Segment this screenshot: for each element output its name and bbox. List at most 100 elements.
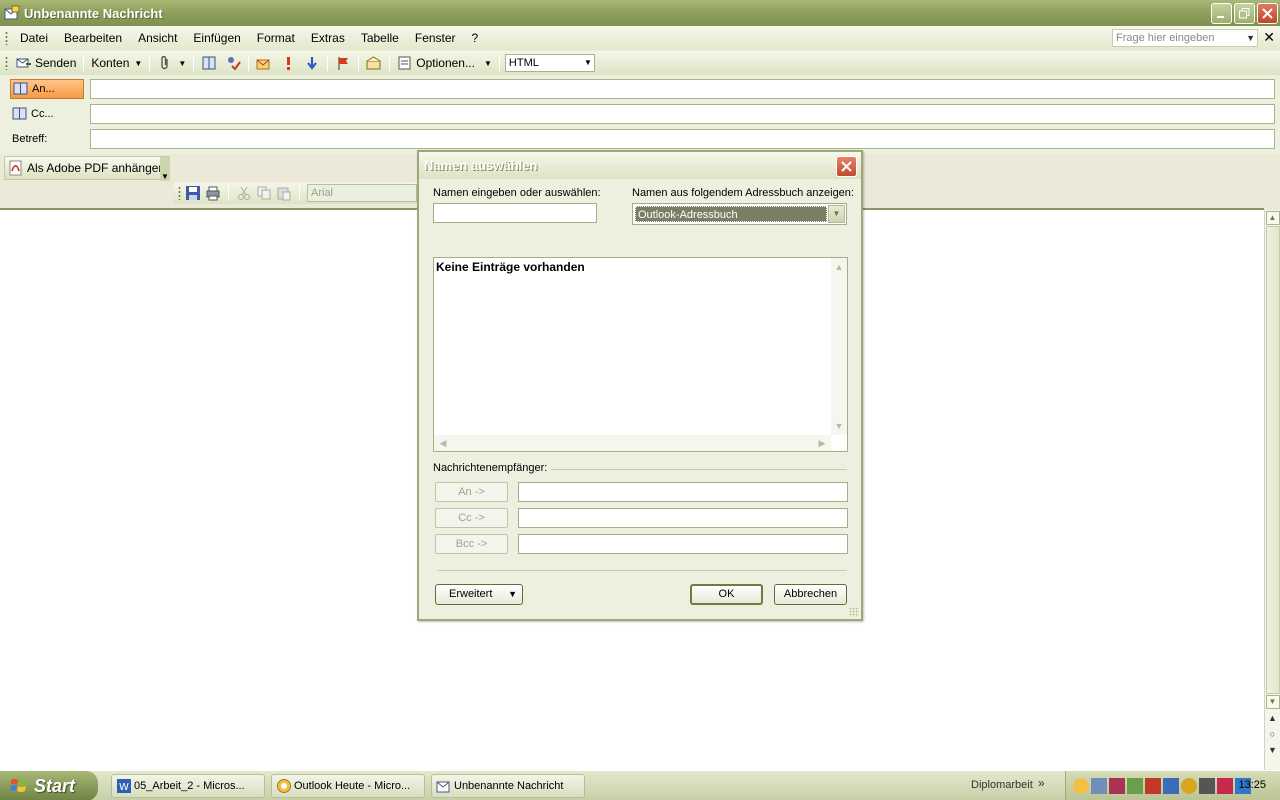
message-format-value: HTML bbox=[508, 57, 539, 69]
list-horizontal-scrollbar[interactable]: ◀ ▶ bbox=[434, 435, 831, 451]
scroll-thumb[interactable] bbox=[1265, 226, 1280, 694]
to-row: An... bbox=[0, 75, 1280, 100]
maximize-button[interactable] bbox=[1234, 3, 1255, 24]
network-disconnected-icon[interactable] bbox=[1109, 778, 1125, 794]
list-vertical-scrollbar[interactable]: ▲ ▼ bbox=[831, 258, 847, 435]
addressbook-value: Outlook-Adressbuch bbox=[635, 206, 827, 222]
toolbar-label[interactable]: Diplomarbeit bbox=[971, 779, 1033, 791]
taskbar-item-message[interactable]: Unbenannte Nachricht bbox=[431, 774, 585, 798]
toolbar-separator bbox=[299, 185, 300, 201]
body-scrollbar[interactable]: ▲ ▼ ▲ ○ ▼ bbox=[1264, 210, 1280, 770]
insert-file-button[interactable] bbox=[252, 53, 276, 73]
network-icon[interactable] bbox=[1091, 778, 1107, 794]
attach-as-pdf-button[interactable]: Als Adobe PDF anhängen bbox=[27, 161, 165, 175]
outlook-tray-icon[interactable] bbox=[1073, 778, 1089, 794]
to-button[interactable]: An... bbox=[10, 79, 84, 99]
menu-grip[interactable] bbox=[5, 31, 8, 45]
resize-grip-icon[interactable] bbox=[849, 607, 859, 617]
chevron-right-icon[interactable]: » bbox=[1038, 776, 1045, 790]
to-field[interactable] bbox=[90, 79, 1275, 99]
menu-ansicht[interactable]: Ansicht bbox=[130, 28, 185, 48]
scroll-down-icon[interactable]: ▼ bbox=[832, 419, 846, 433]
select-browse-object-icon[interactable]: ○ bbox=[1265, 726, 1280, 742]
send-button[interactable]: Senden bbox=[12, 53, 80, 73]
menu-fenster[interactable]: Fenster bbox=[407, 28, 464, 48]
tray-app-icon[interactable] bbox=[1127, 778, 1143, 794]
start-button[interactable]: Start bbox=[0, 771, 98, 800]
attach-button[interactable]: ▼ bbox=[153, 53, 190, 73]
to-add-button[interactable]: An -> bbox=[435, 482, 508, 502]
name-search-input[interactable] bbox=[433, 203, 597, 223]
importance-high-button[interactable] bbox=[276, 53, 300, 73]
advanced-button[interactable]: Erweitert ▼ bbox=[435, 584, 523, 605]
to-label: An... bbox=[32, 83, 55, 95]
permission-button[interactable] bbox=[362, 53, 386, 73]
taskbar-item-outlook[interactable]: Outlook Heute - Micro... bbox=[271, 774, 425, 798]
close-button[interactable] bbox=[1257, 3, 1278, 24]
scroll-up-icon[interactable]: ▲ bbox=[832, 260, 846, 274]
options-button[interactable]: Optionen... ▼ bbox=[393, 53, 496, 73]
cc-button[interactable]: Cc... bbox=[10, 104, 84, 124]
toolbar-options-icon[interactable]: ▼ bbox=[160, 157, 170, 181]
save-icon[interactable] bbox=[185, 185, 201, 201]
bcc-add-button[interactable]: Bcc -> bbox=[435, 534, 508, 554]
bcc-recipients-field[interactable] bbox=[518, 534, 848, 554]
chevron-down-icon: ▼ bbox=[483, 58, 492, 68]
subject-label: Betreff: bbox=[12, 133, 48, 145]
menu-help[interactable]: ? bbox=[464, 28, 487, 48]
chevron-down-icon[interactable]: ▼ bbox=[1246, 30, 1255, 46]
importance-low-button[interactable] bbox=[300, 53, 324, 73]
names-list[interactable]: Keine Einträge vorhanden ▲ ▼ ◀ ▶ bbox=[433, 257, 848, 452]
subject-field[interactable] bbox=[90, 129, 1275, 149]
standard-toolbar: Senden Konten ▼ ▼ Optionen... ▼ HTML ▼ bbox=[0, 51, 1280, 75]
close-menu-icon[interactable]: ✕ bbox=[1263, 29, 1275, 45]
menu-einfuegen[interactable]: Einfügen bbox=[185, 28, 248, 48]
taskbar-item-word[interactable]: W 05_Arbeit_2 - Micros... bbox=[111, 774, 265, 798]
address-book-icon bbox=[12, 107, 27, 120]
cc-add-button[interactable]: Cc -> bbox=[435, 508, 508, 528]
network-alert-icon[interactable] bbox=[1163, 778, 1179, 794]
toolbar-separator bbox=[327, 55, 329, 71]
chevron-down-icon: ▼ bbox=[508, 589, 517, 599]
cancel-button[interactable]: Abbrechen bbox=[774, 584, 847, 605]
menu-datei[interactable]: Datei bbox=[12, 28, 56, 48]
accounts-button[interactable]: Konten ▼ bbox=[87, 53, 146, 73]
toolbar-grip[interactable] bbox=[178, 186, 181, 200]
message-format-select[interactable]: HTML ▼ bbox=[504, 54, 595, 72]
help-search-input[interactable]: Frage hier eingeben ▼ bbox=[1112, 29, 1258, 47]
menu-extras[interactable]: Extras bbox=[303, 28, 353, 48]
chevron-down-icon: ▼ bbox=[178, 58, 187, 68]
font-select[interactable]: Arial bbox=[307, 184, 417, 202]
printer-icon[interactable] bbox=[1199, 778, 1215, 794]
clock: 13:25 bbox=[1238, 779, 1266, 791]
toolbar-separator bbox=[228, 185, 229, 201]
chevron-down-icon[interactable]: ▼ bbox=[828, 205, 845, 223]
toolbar-grip[interactable] bbox=[5, 56, 8, 70]
antivirus-icon[interactable] bbox=[1217, 778, 1233, 794]
next-page-icon[interactable]: ▼ bbox=[1265, 742, 1280, 758]
menu-bearbeiten[interactable]: Bearbeiten bbox=[56, 28, 130, 48]
check-names-button[interactable] bbox=[221, 53, 245, 73]
scroll-left-icon[interactable]: ◀ bbox=[436, 436, 450, 450]
dialog-close-button[interactable] bbox=[836, 156, 857, 177]
address-book-button[interactable] bbox=[197, 53, 221, 73]
addressbook-select[interactable]: Outlook-Adressbuch ▼ bbox=[632, 203, 847, 225]
cc-field[interactable] bbox=[90, 104, 1275, 124]
taskbar: Start W 05_Arbeit_2 - Micros... Outlook … bbox=[0, 770, 1280, 800]
menu-format[interactable]: Format bbox=[249, 28, 303, 48]
print-icon[interactable] bbox=[205, 185, 221, 201]
scroll-down-icon[interactable]: ▼ bbox=[1265, 695, 1280, 709]
recipients-label: Nachrichtenempfänger: bbox=[433, 462, 548, 474]
minimize-button[interactable] bbox=[1211, 3, 1232, 24]
menu-tabelle[interactable]: Tabelle bbox=[353, 28, 407, 48]
security-alert-icon[interactable] bbox=[1145, 778, 1161, 794]
flag-button[interactable] bbox=[331, 53, 355, 73]
chevron-down-icon[interactable]: ▼ bbox=[584, 55, 592, 71]
previous-page-icon[interactable]: ▲ bbox=[1265, 710, 1280, 726]
to-recipients-field[interactable] bbox=[518, 482, 848, 502]
globe-icon[interactable] bbox=[1181, 778, 1197, 794]
ok-button[interactable]: OK bbox=[690, 584, 763, 605]
cc-recipients-field[interactable] bbox=[518, 508, 848, 528]
scroll-up-icon[interactable]: ▲ bbox=[1265, 211, 1280, 225]
scroll-right-icon[interactable]: ▶ bbox=[815, 436, 829, 450]
